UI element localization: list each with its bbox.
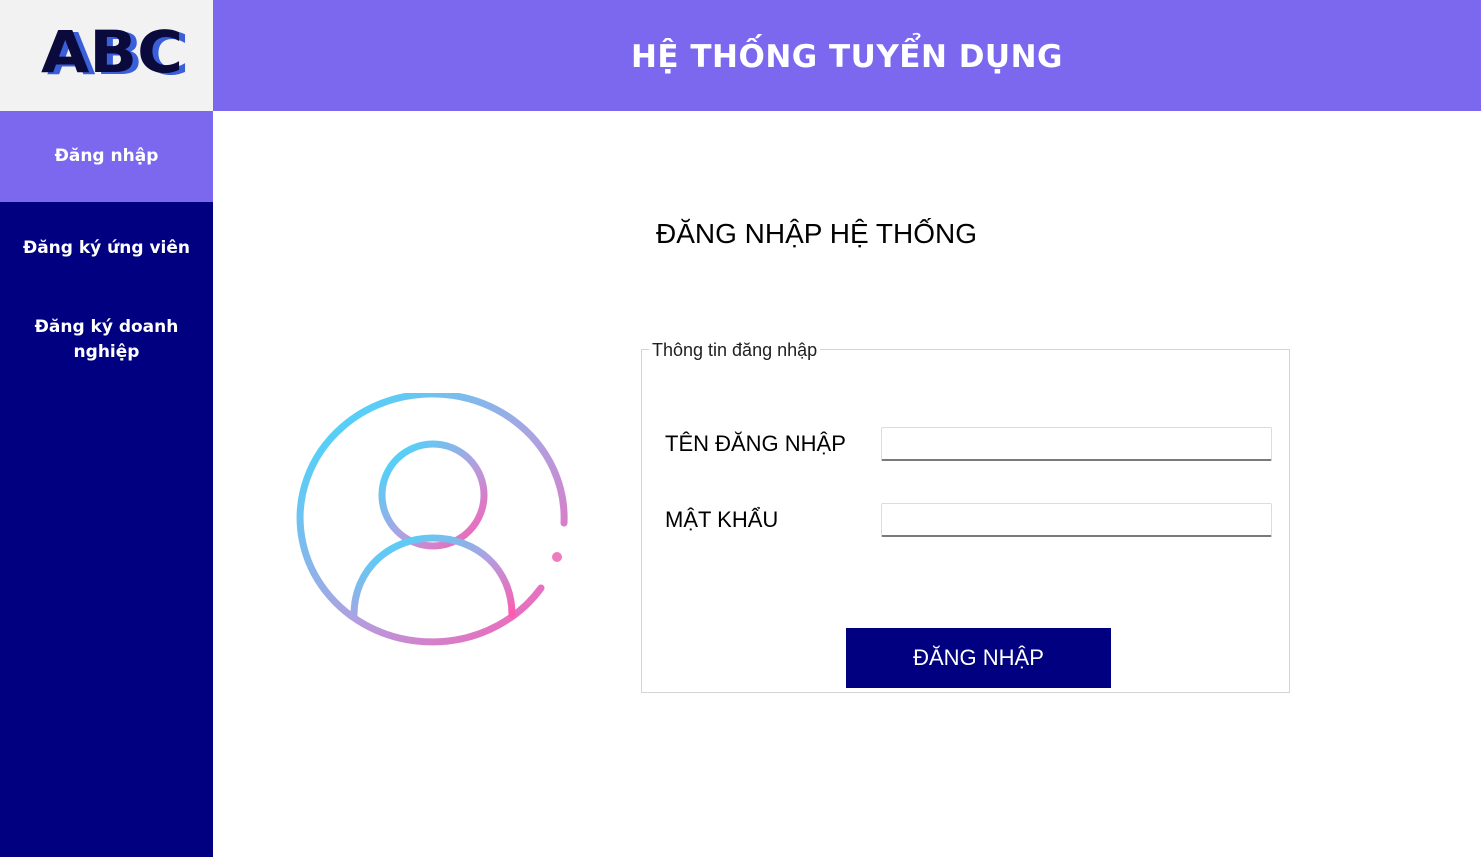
sidebar-item-register-candidate[interactable]: Đăng ký ứng viên [0, 202, 213, 294]
logo-text: ABC [41, 18, 183, 86]
login-button[interactable]: ĐĂNG NHẬP [846, 628, 1111, 688]
form-legend: Thông tin đăng nhập [649, 340, 821, 361]
sidebar: Đăng nhập Đăng ký ứng viên Đăng ký doanh… [0, 111, 213, 857]
sidebar-item-label: Đăng ký doanh nghiệp [34, 317, 179, 362]
username-input[interactable] [881, 427, 1272, 461]
password-label: MẬT KHẨU [665, 507, 779, 532]
abc-logo: ABC ABC [41, 18, 189, 88]
username-label: TÊN ĐĂNG NHẬP [665, 431, 846, 456]
sidebar-item-label: Đăng nhập [54, 146, 159, 166]
app-title: HỆ THỐNG TUYỂN DỤNG [630, 38, 1063, 75]
user-circle-icon [296, 390, 572, 658]
sidebar-item-login[interactable]: Đăng nhập [0, 111, 213, 202]
sidebar-item-label: Đăng ký ứng viên [22, 237, 191, 258]
logo-area: ABC ABC [0, 0, 213, 111]
password-input[interactable] [881, 503, 1272, 537]
page-title: ĐĂNG NHẬP HỆ THỐNG [656, 218, 978, 249]
sidebar-item-register-business[interactable]: Đăng ký doanh nghiệp [0, 294, 213, 389]
app-header: HỆ THỐNG TUYỂN DỤNG [213, 0, 1481, 111]
